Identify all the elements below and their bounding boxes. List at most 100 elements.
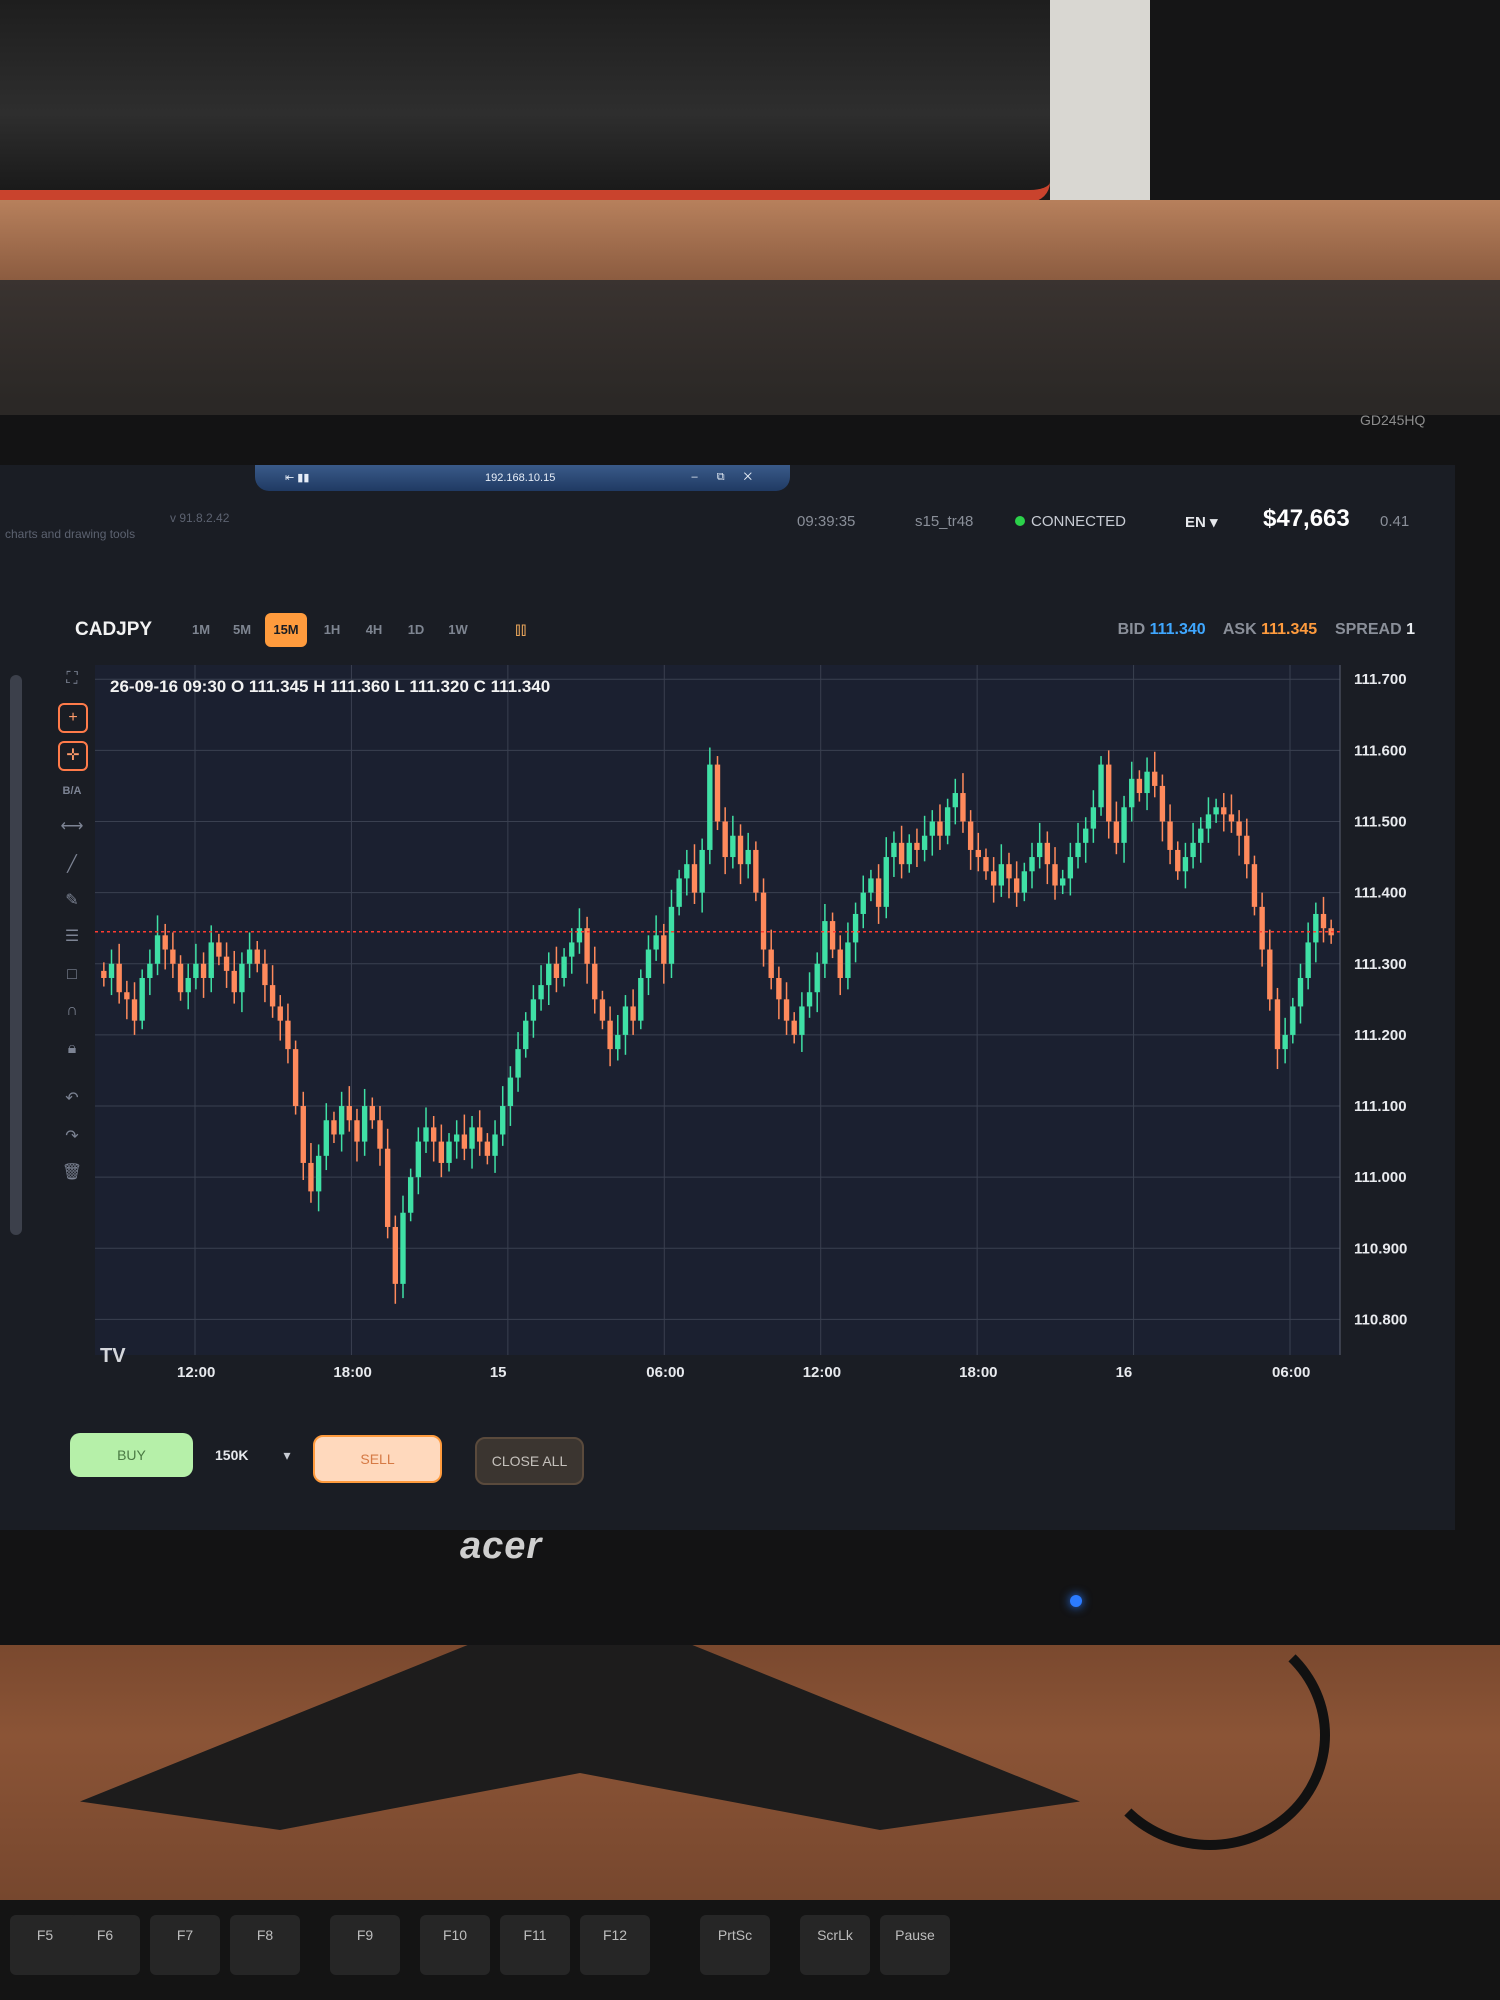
crosshair-icon[interactable]: + — [58, 703, 88, 733]
ask-label: ASK — [1222, 621, 1257, 638]
candle-body — [714, 764, 721, 822]
candle-body — [177, 963, 184, 993]
x-tick-label: 06:00 — [646, 1364, 684, 1381]
candle-body — [737, 835, 744, 865]
magnet-icon[interactable]: ∩ — [58, 997, 86, 1025]
top-status-bar: v 91.8.2.42 charts and drawing tools 09:… — [0, 505, 1455, 565]
trendline-icon[interactable]: ╱ — [58, 851, 86, 879]
background-router — [1150, 0, 1500, 200]
y-tick-label: 111.700 — [1354, 671, 1407, 688]
candle-body — [500, 1106, 506, 1135]
candle-body — [699, 849, 705, 893]
candle-body — [469, 1127, 475, 1149]
candle-body — [139, 977, 145, 1021]
y-tick-label: 110.800 — [1354, 1311, 1407, 1328]
y-tick-label: 111.500 — [1354, 813, 1407, 830]
rectangle-icon[interactable]: □ — [58, 961, 86, 989]
undo-icon[interactable]: ↶ — [58, 1085, 86, 1113]
lock-icon[interactable]: 🔒︎ — [58, 1035, 86, 1063]
candle-body — [668, 906, 675, 964]
account-id[interactable]: s15_tr48 — [915, 513, 973, 530]
candle-body — [791, 1020, 797, 1035]
candle-body — [315, 1155, 322, 1192]
candle-body — [147, 963, 153, 978]
candle-body — [760, 892, 767, 950]
trash-icon[interactable]: 🗑︎ — [58, 1159, 86, 1187]
sell-button[interactable]: SELL — [313, 1435, 442, 1483]
candle-body — [292, 1049, 299, 1107]
candle-body — [944, 807, 951, 836]
left-panel-scrollbar[interactable] — [10, 675, 22, 1235]
buy-button[interactable]: BUY — [70, 1433, 193, 1477]
close-all-button[interactable]: CLOSE ALL — [475, 1437, 584, 1485]
measure-icon[interactable]: ⟷ — [58, 813, 86, 841]
language-label: EN — [1185, 514, 1206, 531]
crosshair-magnet-icon[interactable]: ✛ — [58, 741, 88, 771]
timeframe-5m[interactable]: 5M — [221, 613, 263, 647]
candle-body — [661, 935, 667, 964]
candle-body — [730, 835, 736, 858]
timeframe-1d[interactable]: 1D — [395, 613, 437, 647]
symbol-name[interactable]: CADJPY — [75, 619, 152, 641]
candle-body — [676, 878, 682, 907]
candle-body — [231, 970, 237, 993]
timeframe-1w[interactable]: 1W — [437, 613, 479, 647]
candle-body — [1297, 977, 1304, 1007]
candle-body — [546, 963, 552, 986]
candle-body — [592, 963, 598, 1000]
remote-desktop-bar[interactable]: ⇤ ▮▮ 192.168.10.15 – ⧉ ✕ — [255, 465, 790, 491]
candle-body — [1013, 878, 1020, 893]
candle-body — [246, 949, 253, 964]
remote-window-controls[interactable]: – ⧉ ✕ — [692, 471, 760, 484]
timeframe-15m[interactable]: 15M — [265, 613, 307, 647]
candle-body — [1159, 785, 1166, 822]
timeframe-4h[interactable]: 4H — [353, 613, 395, 647]
candle-body — [1144, 771, 1150, 794]
candle-body — [1098, 764, 1104, 808]
candle-body — [845, 942, 851, 978]
timeframe-1m[interactable]: 1M — [180, 613, 222, 647]
y-tick-label: 111.000 — [1354, 1169, 1407, 1186]
candle-body — [392, 1226, 399, 1284]
candle-body — [753, 849, 759, 893]
fib-icon[interactable]: ☰ — [58, 923, 86, 951]
keyboard-key-pause: Pause — [880, 1915, 950, 1975]
candle-body — [607, 1020, 613, 1050]
account-balance: $47,663 — [1263, 505, 1350, 532]
candle-body — [262, 963, 268, 986]
bid-label: BID — [1117, 621, 1146, 638]
monitor-model: GD245HQ — [1360, 412, 1426, 428]
candle-body — [515, 1049, 521, 1078]
candle-body — [1075, 842, 1081, 858]
candle-body — [1044, 842, 1051, 865]
bid-ask-icon[interactable]: B/A — [58, 777, 86, 805]
keyboard-key-scrlk: ScrLk — [800, 1915, 870, 1975]
y-tick-label: 110.900 — [1354, 1240, 1407, 1257]
candle-body — [116, 963, 122, 993]
candle-body — [384, 1148, 391, 1227]
x-tick-label: 18:00 — [959, 1364, 997, 1381]
language-selector[interactable]: EN ▾ — [1185, 513, 1218, 531]
fullscreen-icon[interactable]: ⛶ — [58, 665, 86, 693]
candle-body — [1083, 828, 1089, 843]
candle-body — [438, 1141, 445, 1163]
remote-pin-icon[interactable]: ⇤ ▮▮ — [285, 471, 309, 484]
candle-body — [124, 992, 130, 1000]
chart-type-candles-icon[interactable]: ⫾⫾ — [515, 619, 527, 640]
bid-price: 111.340 — [1149, 621, 1206, 638]
price-chart[interactable]: 111.700 111.600 111.500 111.400 111.300 111.2… — [95, 665, 1425, 1415]
pencil-icon[interactable]: ✎ — [58, 887, 86, 915]
timeframe-1h[interactable]: 1H — [311, 613, 353, 647]
candle-body — [200, 963, 207, 978]
chevron-down-icon[interactable]: ▾ — [277, 1433, 297, 1477]
quantity-selector[interactable]: 150K — [215, 1433, 285, 1477]
ask-price: 111.345 — [1261, 621, 1318, 638]
candle-body — [960, 793, 966, 822]
candle-body — [1090, 807, 1097, 829]
redo-icon[interactable]: ↷ — [58, 1123, 86, 1151]
candle-body — [1320, 913, 1327, 929]
candle-body — [783, 999, 790, 1021]
candle-body — [323, 1120, 329, 1156]
keyboard-key-f10: F10 — [420, 1915, 490, 1975]
candle-body — [1152, 771, 1158, 786]
